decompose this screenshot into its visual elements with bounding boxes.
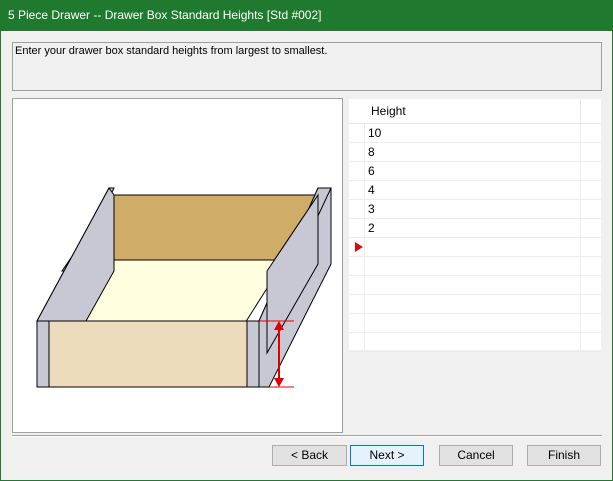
cell-separator [580,295,581,313]
cell-separator [580,181,581,199]
button-divider [12,435,602,437]
new-row[interactable] [349,238,601,257]
drawer-front-left-cap [36,320,50,388]
grid-header: Height [349,99,601,124]
cell-separator [580,333,581,351]
empty-row [349,276,601,295]
empty-row [349,314,601,333]
row-indicator [349,333,365,351]
height-cell[interactable]: 3 [368,202,375,216]
empty-row [349,295,601,314]
grid-row[interactable]: 10 [349,124,601,143]
empty-row [349,257,601,276]
new-row-arrow-icon [355,242,363,252]
row-indicator [349,295,365,313]
drawer-preview [12,98,343,433]
cell-separator [580,276,581,294]
cancel-button[interactable]: Cancel [439,445,513,466]
height-column-header[interactable]: Height [371,104,406,118]
cell-separator [580,219,581,237]
height-cell[interactable]: 10 [368,126,381,140]
drawer-box-illustration [36,187,332,388]
height-cell[interactable]: 4 [368,183,375,197]
cell-separator [580,124,581,142]
cell-separator [580,162,581,180]
finish-button[interactable]: Finish [527,445,601,466]
empty-row [349,333,601,352]
row-indicator[interactable] [349,143,365,161]
height-cell[interactable]: 2 [368,221,375,235]
row-indicator [349,257,365,275]
row-indicator[interactable] [349,200,365,218]
height-cell[interactable]: 6 [368,164,375,178]
grid-row[interactable]: 6 [349,162,601,181]
grid-row[interactable]: 2 [349,219,601,238]
cell-separator [580,143,581,161]
row-indicator [349,276,365,294]
grid-row[interactable]: 4 [349,181,601,200]
cell-separator [580,257,581,275]
row-indicator [349,314,365,332]
row-indicator[interactable] [349,124,365,142]
grid-row[interactable]: 8 [349,143,601,162]
grid-row[interactable]: 3 [349,200,601,219]
instructions-text: Enter your drawer box standard heights f… [12,42,602,91]
window-title: 5 Piece Drawer -- Drawer Box Standard He… [0,0,613,31]
cell-separator [580,314,581,332]
back-button[interactable]: < Back [272,445,347,466]
row-indicator[interactable] [349,219,365,237]
row-indicator[interactable] [349,238,365,256]
heights-grid[interactable]: Height 10 8 6 4 3 2 [349,99,601,352]
next-button[interactable]: Next > [350,445,424,466]
row-indicator[interactable] [349,181,365,199]
drawer-front-right-cap [246,320,260,388]
cell-separator [580,238,581,256]
wizard-window: Enter your drawer box standard heights f… [0,31,613,481]
cell-separator [580,200,581,218]
column-separator [580,99,581,123]
row-indicator[interactable] [349,162,365,180]
drawer-front-panel [48,320,248,388]
height-cell[interactable]: 8 [368,145,375,159]
